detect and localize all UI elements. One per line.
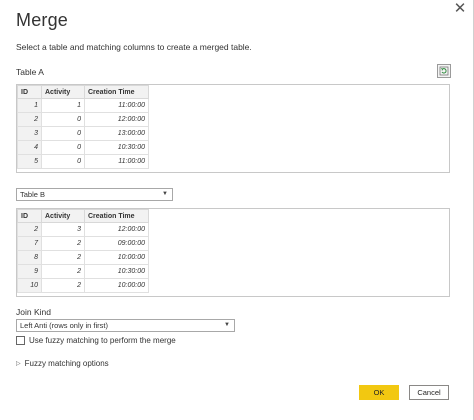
- join-kind-select-value: Left Anti (rows only in first): [20, 321, 108, 330]
- cell-id: 10: [17, 278, 42, 293]
- column-header-creation-time[interactable]: Creation Time: [84, 85, 149, 99]
- cell-id: 2: [17, 222, 42, 237]
- cell-creation-time: 12:00:00: [84, 222, 149, 237]
- cell-creation-time: 11:00:00: [84, 98, 149, 113]
- merge-dialog: ✕ Merge Select a table and matching colu…: [0, 0, 474, 420]
- column-header-activity[interactable]: Activity: [41, 209, 85, 223]
- table-row: 1 1 11:00:00: [17, 98, 149, 113]
- fuzzy-matching-label[interactable]: Use fuzzy matching to perform the merge: [29, 336, 176, 345]
- cell-activity: 2: [41, 278, 85, 293]
- cell-creation-time: 10:30:00: [84, 140, 149, 155]
- cell-activity: 0: [41, 154, 85, 169]
- cell-creation-time: 09:00:00: [84, 236, 149, 251]
- cell-creation-time: 13:00:00: [84, 126, 149, 141]
- cell-activity: 0: [41, 140, 85, 155]
- table-row: 4 0 10:30:00: [17, 140, 149, 155]
- table-row: 3 0 13:00:00: [17, 126, 149, 141]
- cell-creation-time: 10:00:00: [84, 250, 149, 265]
- cell-id: 4: [17, 140, 42, 155]
- close-icon[interactable]: ✕: [450, 0, 470, 17]
- cell-activity: 1: [41, 98, 85, 113]
- table-row: 9 2 10:30:00: [17, 264, 149, 279]
- cell-activity: 2: [41, 264, 85, 279]
- table-b-select-value: Table B: [20, 190, 46, 199]
- cell-activity: 2: [41, 236, 85, 251]
- cell-id: 9: [17, 264, 42, 279]
- table-a-preview: ID Activity Creation Time 1 1 11:00:00 2…: [16, 84, 450, 173]
- cell-id: 2: [17, 112, 42, 127]
- column-header-id[interactable]: ID: [17, 85, 42, 99]
- refresh-preview-icon[interactable]: [437, 64, 451, 78]
- cell-creation-time: 11:00:00: [84, 154, 149, 169]
- table-b-grid: ID Activity Creation Time 2 3 12:00:00 7…: [17, 209, 149, 293]
- cell-creation-time: 10:00:00: [84, 278, 149, 293]
- cell-creation-time: 12:00:00: [84, 112, 149, 127]
- join-kind-label: Join Kind: [16, 307, 51, 317]
- cell-id: 3: [17, 126, 42, 141]
- table-a-label: Table A: [16, 67, 44, 77]
- table-b-select[interactable]: Table B ▼: [16, 188, 173, 201]
- join-kind-select[interactable]: Left Anti (rows only in first) ▼: [16, 319, 235, 332]
- fuzzy-matching-row: Use fuzzy matching to perform the merge: [16, 336, 176, 345]
- chevron-down-icon: ▼: [224, 322, 230, 328]
- cell-activity: 0: [41, 126, 85, 141]
- cell-activity: 0: [41, 112, 85, 127]
- table-row: 10 2 10:00:00: [17, 278, 149, 293]
- cell-creation-time: 10:30:00: [84, 264, 149, 279]
- cell-id: 8: [17, 250, 42, 265]
- column-header-creation-time[interactable]: Creation Time: [84, 209, 149, 223]
- fuzzy-matching-checkbox[interactable]: [16, 336, 25, 345]
- column-header-activity[interactable]: Activity: [41, 85, 85, 99]
- table-b-preview: ID Activity Creation Time 2 3 12:00:00 7…: [16, 208, 450, 297]
- fuzzy-options-label: Fuzzy matching options: [24, 359, 109, 368]
- cell-activity: 3: [41, 222, 85, 237]
- table-row: 2 0 12:00:00: [17, 112, 149, 127]
- table-row: 5 0 11:00:00: [17, 154, 149, 169]
- cancel-button[interactable]: Cancel: [409, 385, 449, 400]
- chevron-down-icon: ▼: [162, 191, 168, 197]
- table-a-grid: ID Activity Creation Time 1 1 11:00:00 2…: [17, 85, 149, 169]
- fuzzy-options-expander[interactable]: ▷ Fuzzy matching options: [16, 359, 109, 368]
- table-row: 8 2 10:00:00: [17, 250, 149, 265]
- column-header-id[interactable]: ID: [17, 209, 42, 223]
- cell-id: 1: [17, 98, 42, 113]
- table-row: 7 2 09:00:00: [17, 236, 149, 251]
- ok-button[interactable]: OK: [359, 385, 399, 400]
- table-row: 2 3 12:00:00: [17, 222, 149, 237]
- cell-id: 7: [17, 236, 42, 251]
- cell-activity: 2: [41, 250, 85, 265]
- dialog-title: Merge: [16, 10, 69, 30]
- cell-id: 5: [17, 154, 42, 169]
- dialog-subtitle: Select a table and matching columns to c…: [16, 42, 252, 52]
- expand-triangle-icon: ▷: [16, 361, 21, 367]
